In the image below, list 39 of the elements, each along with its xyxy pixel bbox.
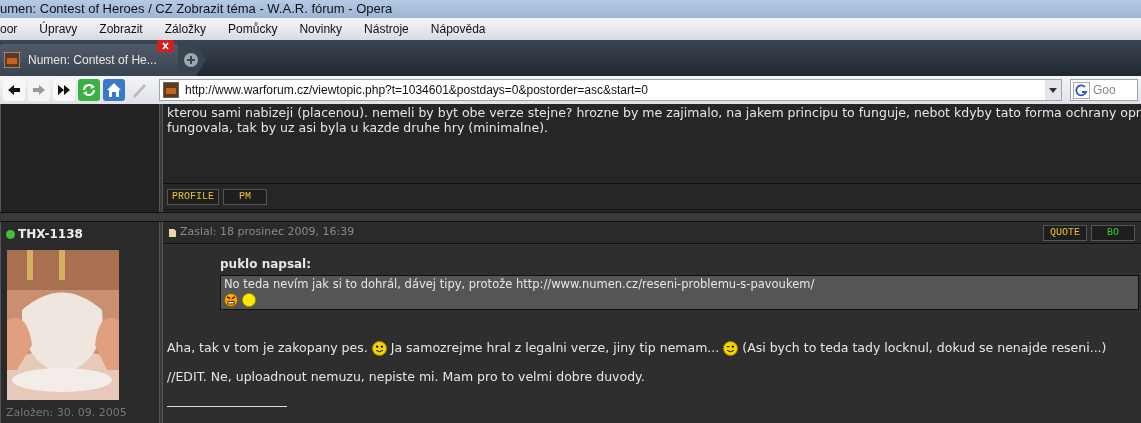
fast-forward-icon[interactable] xyxy=(53,79,75,101)
post-text: fungovala, tak by uz asi byla u kazde druhe hry (minimalne). xyxy=(167,120,548,135)
home-icon[interactable] xyxy=(103,79,125,101)
menu-item[interactable]: Zobrazit xyxy=(99,20,143,38)
forum-button[interactable]: BO xyxy=(1091,224,1135,241)
menu-item[interactable]: Nápověda xyxy=(430,20,486,38)
address-field[interactable]: http://www.warforum.cz/viewtopic.php?t=1034601&postdays=0&postorder=asc&start=0 xyxy=(159,79,1062,101)
angry-smiley-icon xyxy=(224,293,238,307)
post-text: (Asi bych to teda tady locknul, dokud se nenajde reseni...) xyxy=(742,340,1107,356)
window-title: umen: Contest of Heroes / CZ Zobrazit téma - W.A.R. fórum - Opera xyxy=(0,0,393,19)
menu-item[interactable]: Úpravy xyxy=(39,20,78,38)
back-icon[interactable] xyxy=(3,79,25,101)
forum-button[interactable]: PROFILE xyxy=(167,188,219,205)
winking-smiley-icon xyxy=(723,340,739,356)
dot-icon xyxy=(242,293,256,307)
join-date: Založen: 30. 09. 2005 xyxy=(6,406,128,419)
menu-item[interactable]: Záložky xyxy=(164,20,207,38)
menu-item[interactable]: Nástroje xyxy=(364,20,409,38)
quote-author: puklo napsal: xyxy=(220,257,313,272)
menu-item[interactable]: Novinky xyxy=(299,20,343,38)
author-name[interactable]: THX-1138 xyxy=(18,225,83,243)
menu-item[interactable]: oor xyxy=(0,20,18,38)
post-text: Ja samozrejme hral z legalni verze, jiny tip nemam... xyxy=(390,340,720,356)
quote-text: No teda nevím jak si to dohrál, dávej tipy, protože http://www.numen.cz/reseni-problemu-s-pavoukem/ xyxy=(224,277,816,292)
forum-button[interactable]: QUOTE xyxy=(1043,224,1087,241)
post-text: //EDIT. Ne, uploadnout nemuzu, nepiste mi. Mam pro to velmi dobre duvody. xyxy=(167,369,645,385)
post-text: Aha, tak v tom je zakopany pes. xyxy=(167,340,368,356)
search-field[interactable]: Goo xyxy=(1070,79,1138,101)
menu-item[interactable]: Pomůcky xyxy=(228,20,278,38)
dropdown-icon[interactable] xyxy=(1045,80,1061,100)
favicon-icon xyxy=(4,52,20,68)
post-date: Zaslal: 18 prosinec 2009, 16:39 xyxy=(180,224,356,241)
post-text: kterou sami nabizeji (placenou). nemeli by byt obe verze stejne? hrozne by me zajimalo, na jakem principu to funguje, nebot kdyby tato forma ochrany opr xyxy=(167,105,1141,120)
close-icon[interactable] xyxy=(157,40,174,52)
post-icon xyxy=(169,228,176,237)
google-icon xyxy=(1073,81,1090,99)
smiley-icon xyxy=(371,340,387,356)
favicon-icon xyxy=(163,82,179,98)
forum-button[interactable]: PM xyxy=(223,188,267,205)
